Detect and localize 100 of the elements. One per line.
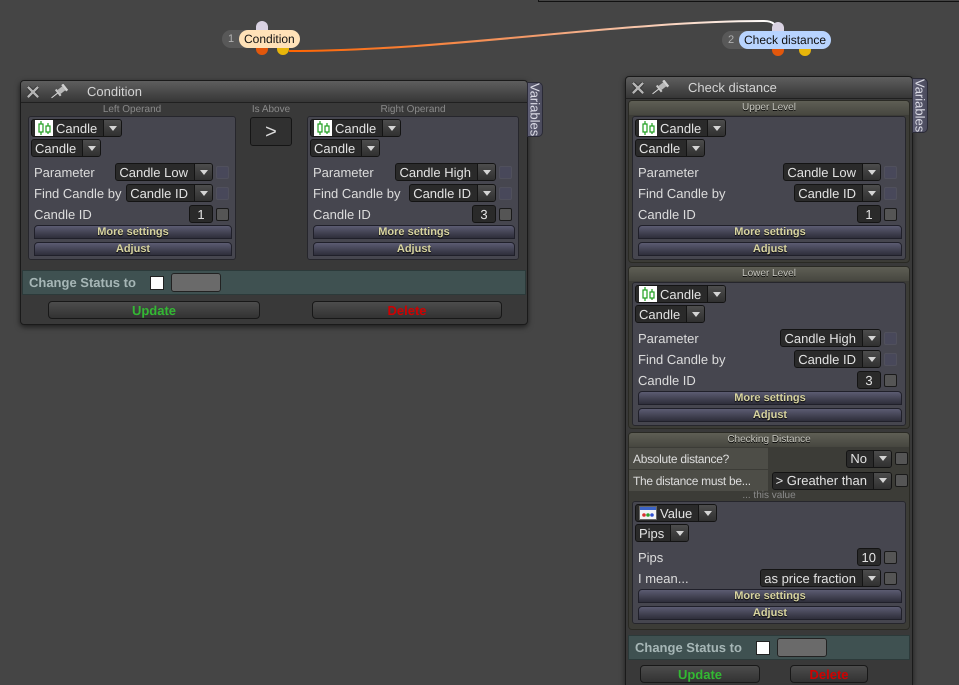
more-settings-button[interactable]: More settings bbox=[313, 225, 515, 239]
adjust-button[interactable]: Adjust bbox=[638, 408, 902, 422]
field-label: Candle ID bbox=[638, 374, 696, 386]
operator-caption: Is Above bbox=[252, 104, 290, 116]
port-icon[interactable] bbox=[277, 48, 289, 55]
dropdown[interactable]: Candle ID bbox=[126, 184, 213, 202]
adjust-button[interactable]: Adjust bbox=[313, 242, 515, 256]
checkbox[interactable] bbox=[884, 374, 897, 386]
dropdown[interactable]: Candle bbox=[310, 119, 402, 137]
dropdown[interactable]: Candle High bbox=[780, 329, 881, 347]
caret-icon bbox=[670, 525, 688, 541]
variables-tab[interactable]: Variables bbox=[527, 82, 543, 138]
field-label: Find Candle by bbox=[34, 186, 122, 200]
adjust-button[interactable]: Adjust bbox=[34, 242, 232, 256]
field-label: Candle ID bbox=[638, 208, 696, 220]
caret-icon bbox=[698, 505, 716, 521]
dropdown[interactable]: > Greather than bbox=[772, 472, 892, 490]
dropdown[interactable]: Candle bbox=[635, 285, 726, 303]
option-label: The distance must be... bbox=[629, 470, 768, 491]
checkbox[interactable] bbox=[499, 208, 512, 220]
caret-icon bbox=[103, 120, 122, 136]
more-settings-button[interactable]: More settings bbox=[34, 225, 232, 239]
node-label: Condition bbox=[239, 30, 300, 48]
node-label: Check distance bbox=[739, 31, 832, 49]
caret-icon bbox=[862, 185, 880, 201]
status-checkbox[interactable] bbox=[150, 276, 164, 290]
value-caption: ... this value bbox=[742, 491, 796, 501]
dropdown[interactable]: Candle High bbox=[395, 163, 496, 181]
checkbox[interactable] bbox=[884, 550, 897, 564]
caret-icon bbox=[194, 164, 212, 180]
candlestick-icon bbox=[639, 286, 657, 302]
dropdown[interactable]: Candle bbox=[31, 119, 122, 137]
operand-caption: Left Operand bbox=[102, 104, 162, 116]
pin-icon[interactable] bbox=[650, 80, 670, 96]
status-checkbox[interactable] bbox=[756, 640, 770, 654]
dropdown[interactable]: Candle bbox=[635, 305, 706, 323]
caret-icon bbox=[862, 330, 880, 346]
update-button[interactable]: Update bbox=[48, 301, 260, 319]
number-field[interactable]: 1 bbox=[857, 205, 881, 223]
checkbox[interactable] bbox=[895, 474, 908, 487]
variables-tab[interactable]: Variables bbox=[912, 78, 928, 134]
number-field[interactable]: 3 bbox=[472, 205, 496, 223]
candlestick-icon bbox=[639, 120, 657, 136]
status-label: Change Status to bbox=[29, 276, 136, 289]
dropdown[interactable]: as price fraction bbox=[760, 569, 881, 587]
close-icon[interactable] bbox=[632, 82, 644, 94]
status-field[interactable] bbox=[776, 638, 827, 657]
checkbox[interactable] bbox=[884, 208, 897, 220]
window-title: Check distance bbox=[688, 81, 777, 94]
update-button[interactable]: Update bbox=[640, 665, 760, 683]
dropdown[interactable]: Candle bbox=[31, 139, 102, 157]
dropdown[interactable]: Candle bbox=[310, 139, 380, 157]
section-header: Upper Level bbox=[629, 101, 909, 115]
node-pill[interactable]: 1 Condition bbox=[222, 30, 300, 48]
dropdown[interactable]: Candle Low bbox=[115, 163, 213, 181]
section-header: Checking Distance bbox=[629, 433, 909, 447]
window-title: Condition bbox=[87, 85, 142, 98]
caret-icon bbox=[82, 140, 100, 156]
node-number: 1 bbox=[228, 34, 236, 44]
dropdown[interactable]: Candle ID bbox=[409, 184, 496, 202]
more-settings-button[interactable]: More settings bbox=[638, 391, 902, 405]
adjust-button[interactable]: Adjust bbox=[638, 606, 902, 620]
field-label: Find Candle by bbox=[638, 352, 726, 366]
status-field[interactable] bbox=[170, 273, 221, 292]
dropdown[interactable]: Candle bbox=[635, 119, 726, 137]
dropdown[interactable]: No bbox=[846, 450, 892, 468]
close-icon[interactable] bbox=[27, 86, 39, 98]
port-icon[interactable] bbox=[256, 21, 268, 30]
checkbox[interactable] bbox=[895, 452, 908, 465]
number-field[interactable]: 3 bbox=[857, 371, 881, 389]
field-label: Parameter bbox=[313, 166, 374, 178]
field-label: Parameter bbox=[638, 166, 699, 178]
pin-icon[interactable] bbox=[49, 84, 69, 100]
checkbox[interactable] bbox=[884, 572, 897, 584]
dropdown[interactable]: Pips bbox=[635, 524, 690, 542]
caret-icon bbox=[686, 140, 704, 156]
operator-button[interactable]: > bbox=[250, 117, 292, 146]
checkbox[interactable] bbox=[216, 208, 229, 220]
dropdown[interactable]: Value bbox=[635, 504, 718, 522]
more-settings-button[interactable]: More settings bbox=[638, 225, 902, 239]
dropdown[interactable]: Candle Low bbox=[783, 163, 881, 181]
number-field[interactable]: 10 bbox=[856, 548, 881, 566]
dropdown[interactable]: Candle ID bbox=[794, 184, 881, 202]
dropdown[interactable]: Candle bbox=[635, 139, 706, 157]
adjust-button[interactable]: Adjust bbox=[638, 242, 902, 256]
caret-icon bbox=[862, 351, 880, 367]
operand-caption: Right Operand bbox=[380, 104, 446, 116]
caret-icon bbox=[873, 472, 891, 488]
more-settings-button[interactable]: More settings bbox=[638, 589, 902, 603]
node-pill[interactable]: 2 Check distance bbox=[722, 31, 832, 49]
field-label: Find Candle by bbox=[313, 186, 400, 200]
port-icon[interactable] bbox=[799, 49, 811, 56]
status-label: Change Status to bbox=[635, 641, 742, 654]
field-label: Find Candle by bbox=[638, 186, 726, 200]
field-label: I mean... bbox=[638, 572, 689, 584]
number-field[interactable]: 1 bbox=[189, 205, 213, 223]
dropdown[interactable]: Candle ID bbox=[794, 350, 881, 368]
caret-icon bbox=[862, 164, 880, 180]
caret-icon bbox=[477, 185, 495, 201]
port-icon[interactable] bbox=[772, 22, 784, 31]
